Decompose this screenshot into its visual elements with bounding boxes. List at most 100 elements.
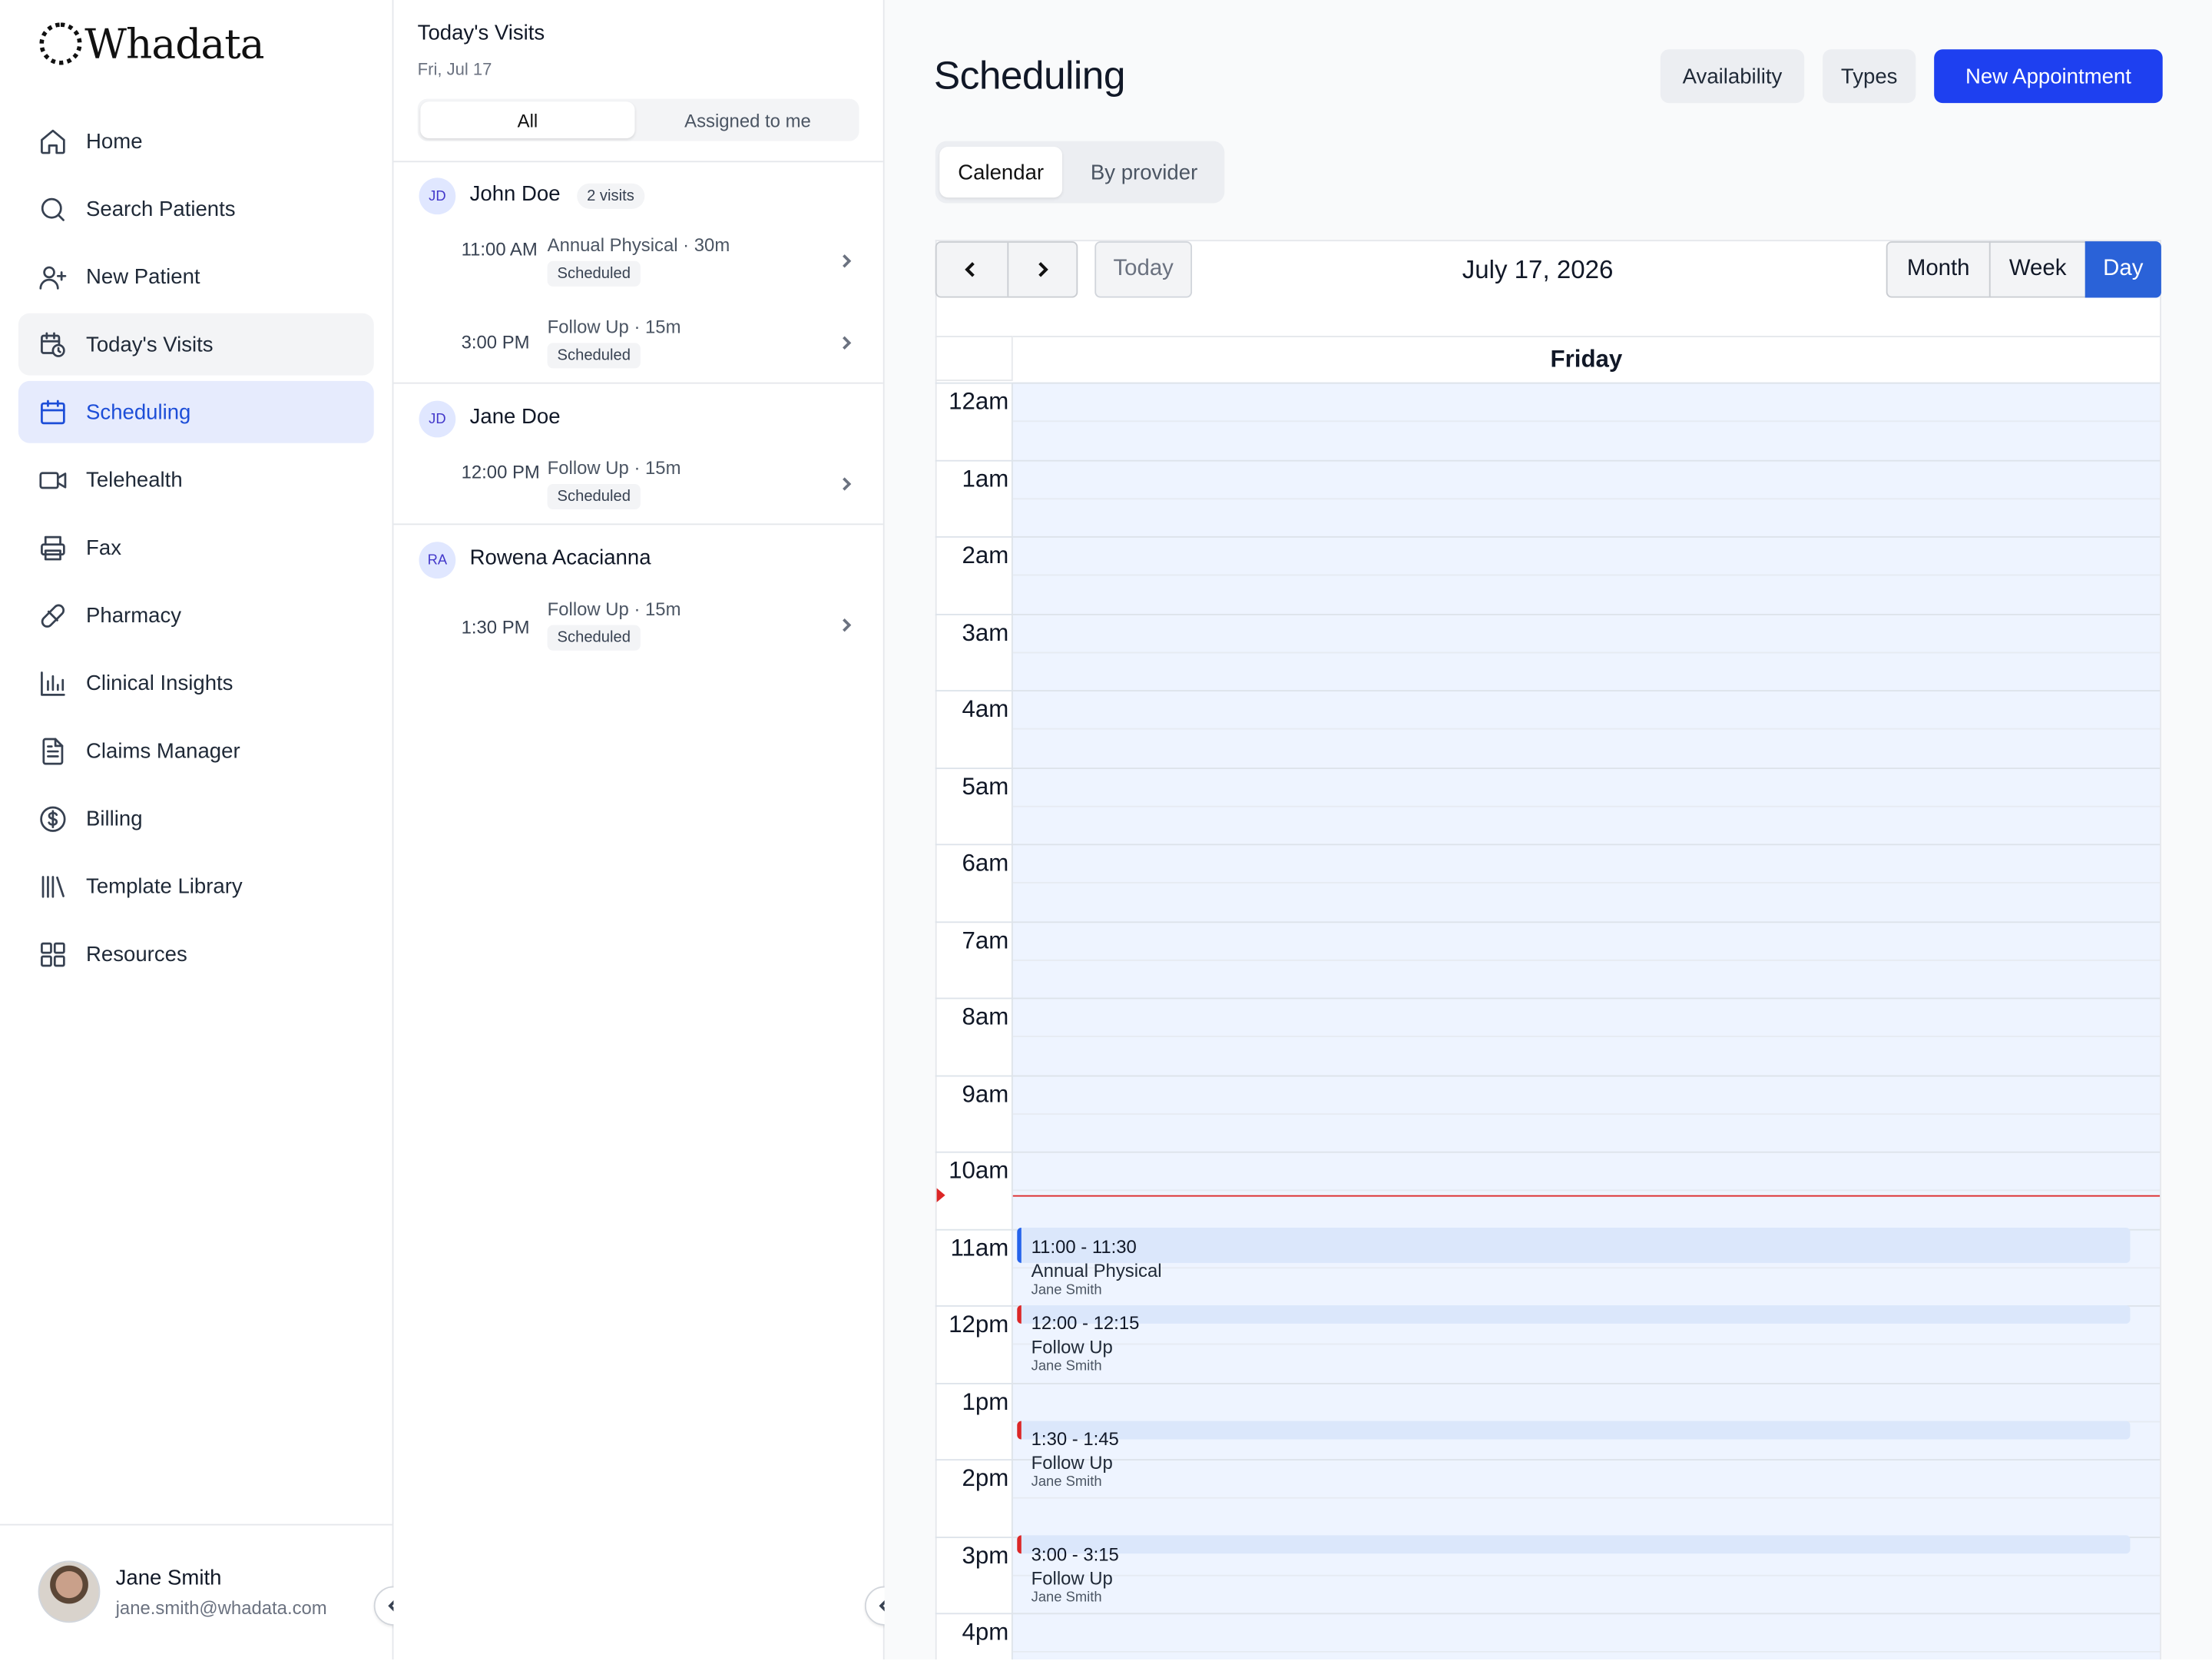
- calendar-icon: [41, 399, 65, 424]
- half-hour-gridline: [1012, 959, 2161, 961]
- sidebar-item-template-library[interactable]: Template Library: [18, 855, 374, 917]
- home-icon: [41, 128, 65, 154]
- user-plus-icon: [39, 265, 67, 289]
- sidebar-item-label: New Patient: [86, 264, 200, 289]
- calendar-event[interactable]: [1017, 1227, 2131, 1263]
- visit-count-badge: 2 visits: [577, 183, 644, 209]
- half-hour-gridline: [1012, 1650, 2161, 1653]
- tab-calendar[interactable]: Calendar: [939, 147, 1063, 198]
- current-time-marker-icon: [936, 1188, 945, 1202]
- brand-logo[interactable]: Whadata: [39, 19, 265, 68]
- hour-gridline: [935, 613, 2161, 615]
- appointment-time: 3:00 PM: [461, 331, 530, 353]
- day-column-header: Friday: [1012, 336, 2161, 384]
- hour-label: 3am: [962, 619, 1009, 647]
- sidebar-item-fax[interactable]: Fax: [18, 516, 374, 579]
- divider: [393, 161, 883, 163]
- status-badge: Scheduled: [547, 625, 641, 651]
- brand-name: Whadata: [84, 19, 264, 68]
- printer-icon: [41, 535, 65, 560]
- sidebar-item-label: Scheduling: [86, 400, 191, 424]
- range-day-button[interactable]: Day: [2085, 241, 2161, 298]
- hour-gridline: [935, 1613, 2161, 1615]
- range-month-button[interactable]: Month: [1888, 241, 1991, 298]
- sidebar-item-scheduling[interactable]: Scheduling: [18, 380, 374, 443]
- filter-assigned-button[interactable]: Assigned to me: [637, 101, 858, 138]
- previous-day-button[interactable]: [935, 241, 1006, 297]
- event-time: 11:00 - 11:30: [1031, 1235, 1137, 1258]
- appointment-time: 11:00 AM: [461, 238, 538, 260]
- hour-gridline: [935, 690, 2161, 691]
- chevron-right-icon[interactable]: [838, 476, 855, 492]
- hour-gridline: [935, 459, 2161, 462]
- event-provider: Jane Smith: [1031, 1590, 1102, 1606]
- grid-icon: [41, 941, 65, 966]
- appointment-time: 12:00 PM: [461, 461, 540, 483]
- sidebar-item-label: Fax: [86, 535, 121, 560]
- calendar-event[interactable]: [1017, 1535, 2131, 1554]
- divider: [393, 382, 883, 384]
- sidebar-item-claims-manager[interactable]: Claims Manager: [18, 720, 374, 782]
- patient-name[interactable]: Rowena Acacianna: [470, 546, 651, 570]
- chevron-right-icon[interactable]: [838, 334, 855, 351]
- avatar[interactable]: [38, 1560, 101, 1623]
- half-hour-gridline: [1012, 1036, 2161, 1037]
- hour-label: 4pm: [962, 1618, 1009, 1646]
- half-hour-gridline: [1012, 420, 2161, 423]
- sidebar-item-telehealth[interactable]: Telehealth: [18, 449, 374, 511]
- hour-gridline: [935, 1075, 2161, 1077]
- appointment-type: Annual Physical · 30m: [547, 234, 730, 256]
- today-button[interactable]: Today: [1094, 241, 1193, 298]
- sidebar-item-home[interactable]: Home: [18, 110, 374, 172]
- chevron-right-icon[interactable]: [838, 253, 855, 270]
- hour-label: 7am: [962, 927, 1009, 954]
- logo-ring-icon: [39, 22, 82, 65]
- event-provider: Jane Smith: [1031, 1282, 1102, 1298]
- bar-chart-icon: [41, 671, 65, 695]
- status-badge: Scheduled: [547, 484, 641, 510]
- chevron-right-icon[interactable]: [838, 617, 855, 634]
- search-icon: [41, 197, 65, 220]
- half-hour-gridline: [1012, 574, 2161, 576]
- range-week-button[interactable]: Week: [1991, 241, 2085, 297]
- sidebar-item-clinical-insights[interactable]: Clinical Insights: [18, 652, 374, 714]
- event-time: 3:00 - 3:15: [1031, 1543, 1119, 1565]
- sidebar-item-pharmacy[interactable]: Pharmacy: [18, 584, 374, 646]
- hour-gridline: [935, 1383, 2161, 1384]
- hour-gridline: [935, 1459, 2161, 1461]
- hour-label: 2am: [962, 542, 1009, 569]
- sidebar-item-label: Home: [86, 129, 143, 154]
- half-hour-gridline: [1012, 1497, 2161, 1499]
- filter-all-button[interactable]: All: [420, 101, 635, 138]
- patient-name[interactable]: Jane Doe: [470, 405, 561, 429]
- availability-button[interactable]: Availability: [1660, 49, 1805, 104]
- event-provider: Jane Smith: [1031, 1474, 1102, 1490]
- event-provider: Jane Smith: [1031, 1358, 1102, 1374]
- hour-gridline: [935, 997, 2161, 1000]
- sidebar-item-search-patients[interactable]: Search Patients: [18, 177, 374, 240]
- event-title: Annual Physical: [1031, 1260, 1162, 1281]
- sidebar-item-label: Today's Visits: [86, 332, 214, 356]
- sidebar-item-label: Billing: [86, 806, 143, 830]
- sidebar-item-label: Telehealth: [86, 467, 183, 492]
- hour-label: 3pm: [962, 1542, 1009, 1570]
- half-hour-gridline: [1012, 498, 2161, 500]
- patient-name[interactable]: John Doe: [470, 182, 561, 206]
- appointment-type: Follow Up · 15m: [547, 457, 681, 479]
- next-day-button[interactable]: [1007, 241, 1078, 297]
- calendar-event[interactable]: [1017, 1421, 2131, 1440]
- sidebar-item-todays-visits[interactable]: Today's Visits: [18, 313, 374, 376]
- sidebar-item-billing[interactable]: Billing: [18, 787, 374, 850]
- sidebar-item-resources[interactable]: Resources: [18, 923, 374, 985]
- calendar-event[interactable]: [1017, 1305, 2131, 1324]
- sidebar-item-new-patient[interactable]: New Patient: [18, 246, 374, 308]
- types-button[interactable]: Types: [1823, 49, 1916, 104]
- half-hour-gridline: [1012, 881, 2161, 884]
- half-hour-gridline: [1012, 1574, 2161, 1576]
- status-badge: Scheduled: [547, 260, 641, 287]
- sidebar-item-label: Template Library: [86, 874, 243, 899]
- new-appointment-button[interactable]: New Appointment: [1934, 49, 2163, 104]
- tab-by-provider[interactable]: By provider: [1069, 147, 1219, 197]
- user-email: jane.smith@whadata.com: [115, 1597, 327, 1619]
- library-icon: [41, 875, 65, 897]
